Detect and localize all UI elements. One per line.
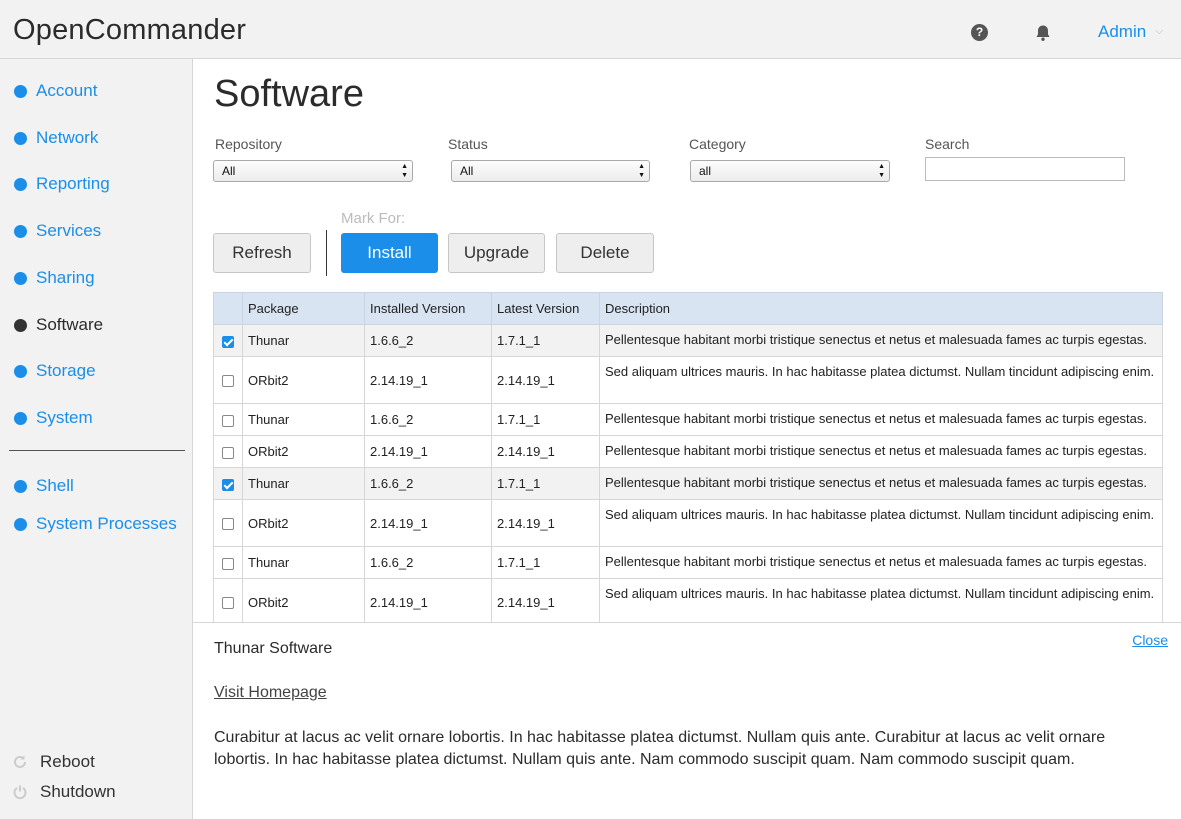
latest-version-cell: 1.7.1_1 xyxy=(491,324,600,357)
table-header-row: Package Installed Version Latest Version… xyxy=(213,292,1163,325)
package-cell: ORbit2 xyxy=(242,578,365,622)
refresh-icon xyxy=(14,755,26,768)
row-checkbox[interactable] xyxy=(222,335,234,348)
row-checkbox[interactable] xyxy=(222,446,234,459)
select-column-header xyxy=(213,292,243,325)
row-checkbox[interactable] xyxy=(222,414,234,427)
row-select-cell xyxy=(213,356,243,404)
package-cell: Thunar xyxy=(242,403,365,436)
row-select-cell xyxy=(213,578,243,622)
description-cell: Sed aliquam ultrices mauris. In hac habi… xyxy=(599,356,1163,404)
installed-version-cell: 1.6.6_2 xyxy=(364,403,492,436)
detail-description: Curabitur at lacus ac velit ornare lobor… xyxy=(214,729,1106,768)
table-row[interactable]: ORbit2 2.14.19_1 2.14.19_1 Pellentesque hab… xyxy=(213,435,1163,468)
shutdown-button[interactable]: Shutdown xyxy=(12,782,116,802)
table-row[interactable]: Thunar 1.6.6_2 1.7.1_1 Pellentesque habitan… xyxy=(213,324,1163,357)
detail-title: Thunar Software xyxy=(214,640,333,657)
row-checkbox[interactable] xyxy=(222,375,234,388)
latest-version-cell: 2.14.19_1 xyxy=(491,578,600,622)
column-header-description[interactable]: Description xyxy=(599,292,1163,325)
description-cell: Pellentesque habitant morbi tristique se… xyxy=(599,324,1163,357)
installed-version-cell: 2.14.19_1 xyxy=(364,435,492,468)
description-cell: Pellentesque habitant morbi tristique se… xyxy=(599,467,1163,500)
package-cell: ORbit2 xyxy=(242,356,365,404)
power-icon xyxy=(13,785,27,800)
column-header-latest-version[interactable]: Latest Version xyxy=(491,292,600,325)
latest-version-cell: 2.14.19_1 xyxy=(491,435,600,468)
package-cell: ORbit2 xyxy=(242,499,365,547)
software-table: Package Installed Version Latest Version… xyxy=(213,292,1163,622)
row-select-cell xyxy=(213,546,243,579)
package-cell: Thunar xyxy=(242,324,365,357)
description-cell: Sed aliquam ultrices mauris. In hac habi… xyxy=(599,578,1163,622)
table-row[interactable]: Thunar 1.6.6_2 1.7.1_1 Pellentesque habitan… xyxy=(213,403,1163,436)
installed-version-cell: 1.6.6_2 xyxy=(364,467,492,500)
table-viewport: Package Installed Version Latest Version… xyxy=(0,0,1181,622)
table-row[interactable]: ORbit2 2.14.19_1 2.14.19_1 Sed aliquam ultr… xyxy=(213,578,1163,622)
row-select-cell xyxy=(213,499,243,547)
latest-version-cell: 1.7.1_1 xyxy=(491,546,600,579)
reboot-button[interactable]: Reboot xyxy=(12,752,95,772)
package-cell: Thunar xyxy=(242,546,365,579)
latest-version-cell: 2.14.19_1 xyxy=(491,499,600,547)
column-header-installed-version[interactable]: Installed Version xyxy=(364,292,492,325)
row-select-cell xyxy=(213,324,243,357)
row-checkbox[interactable] xyxy=(222,557,234,570)
latest-version-cell: 2.14.19_1 xyxy=(491,356,600,404)
row-checkbox[interactable] xyxy=(222,597,234,610)
row-select-cell xyxy=(213,467,243,500)
column-header-package[interactable]: Package xyxy=(242,292,365,325)
latest-version-cell: 1.7.1_1 xyxy=(491,467,600,500)
package-cell: Thunar xyxy=(242,467,365,500)
description-cell: Pellentesque habitant morbi tristique se… xyxy=(599,435,1163,468)
table-row[interactable]: ORbit2 2.14.19_1 2.14.19_1 Sed aliquam ultr… xyxy=(213,356,1163,404)
installed-version-cell: 2.14.19_1 xyxy=(364,578,492,622)
shutdown-label: Shutdown xyxy=(40,782,116,801)
installed-version-cell: 1.6.6_2 xyxy=(364,324,492,357)
visit-homepage-link[interactable]: Visit Homepage xyxy=(214,684,327,702)
row-select-cell xyxy=(213,435,243,468)
close-link[interactable]: Close xyxy=(1132,632,1168,648)
description-cell: Sed aliquam ultrices mauris. In hac habi… xyxy=(599,499,1163,547)
reboot-label: Reboot xyxy=(40,752,95,771)
installed-version-cell: 1.6.6_2 xyxy=(364,546,492,579)
table-body: Thunar 1.6.6_2 1.7.1_1 Pellentesque habitan… xyxy=(213,324,1163,622)
row-checkbox[interactable] xyxy=(222,518,234,531)
description-cell: Pellentesque habitant morbi tristique se… xyxy=(599,546,1163,579)
row-select-cell xyxy=(213,403,243,436)
row-checkbox[interactable] xyxy=(222,478,234,491)
description-cell: Pellentesque habitant morbi tristique se… xyxy=(599,403,1163,436)
installed-version-cell: 2.14.19_1 xyxy=(364,499,492,547)
latest-version-cell: 1.7.1_1 xyxy=(491,403,600,436)
table-row[interactable]: ORbit2 2.14.19_1 2.14.19_1 Sed aliquam ultr… xyxy=(213,499,1163,547)
table-row[interactable]: Thunar 1.6.6_2 1.7.1_1 Pellentesque habitan… xyxy=(213,467,1163,500)
table-row[interactable]: Thunar 1.6.6_2 1.7.1_1 Pellentesque habitan… xyxy=(213,546,1163,579)
package-cell: ORbit2 xyxy=(242,435,365,468)
detail-panel: Thunar Software Close Visit Homepage Cur… xyxy=(193,622,1181,819)
installed-version-cell: 2.14.19_1 xyxy=(364,356,492,404)
